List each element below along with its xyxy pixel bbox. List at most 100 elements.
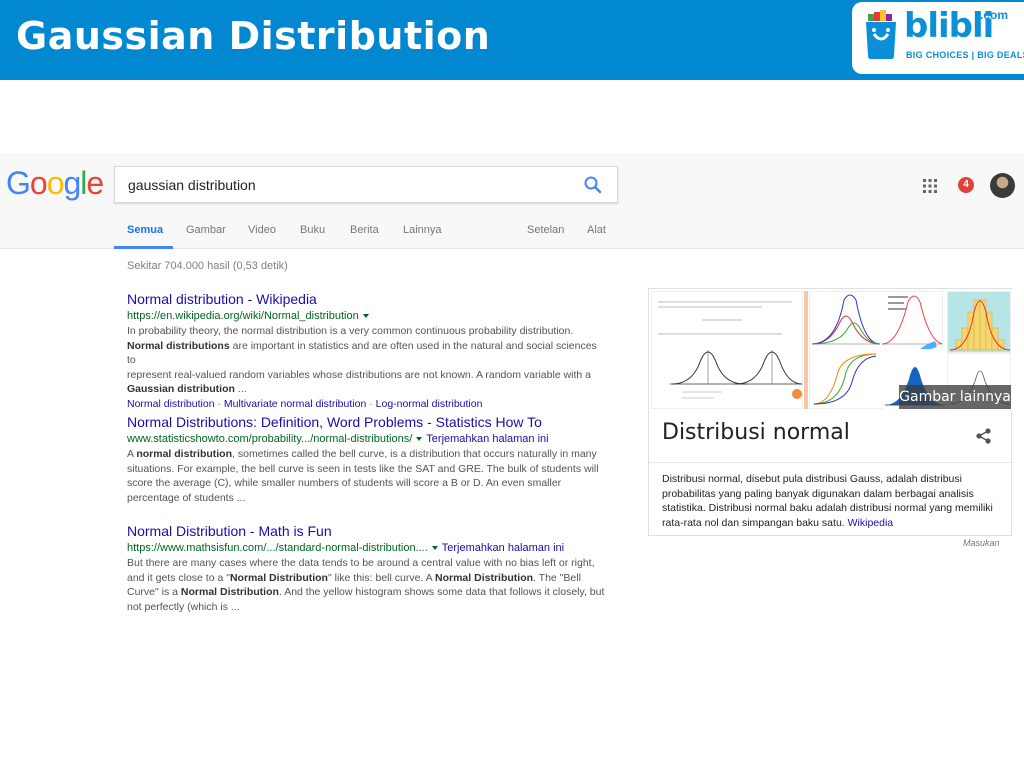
dropdown-arrow-icon[interactable] (416, 436, 423, 441)
result-stats: Sekitar 704.000 hasil (0,53 detik) (127, 260, 288, 272)
snippet-bold: Normal Distribution (435, 571, 534, 584)
google-logo[interactable]: Google (6, 165, 104, 202)
thumbnail-separator (804, 291, 808, 409)
thumbnail-image[interactable] (947, 291, 1011, 353)
brand-tagline: BIG CHOICES | BIG DEALS (906, 50, 1024, 60)
sitelink[interactable]: Log-normal distribution (376, 398, 483, 410)
avatar[interactable] (990, 173, 1015, 198)
bell-curve-document-image (658, 301, 802, 399)
snippet-text: . The "Bell (533, 571, 581, 584)
tab-all[interactable]: Semua (127, 224, 163, 236)
wikipedia-link[interactable]: Wikipedia (848, 517, 894, 529)
result-title-link[interactable]: Normal distribution - Wikipedia (127, 290, 607, 308)
snippet-line: not perfectly (which is ... (127, 600, 607, 615)
tab-video[interactable]: Video (248, 224, 276, 236)
google-search-page: Google gaussian distribution 4 Semua Gam… (0, 153, 1024, 768)
more-images-button[interactable]: Gambar lainnya (899, 385, 1011, 409)
google-top-bar: Google gaussian distribution 4 Semua Gam… (0, 153, 1024, 249)
result-snippet: A normal distribution, sometimes called … (127, 447, 607, 505)
tab-news[interactable]: Berita (350, 224, 379, 236)
snippet-text: Curve" is a (127, 586, 181, 598)
snippet-bold: Gaussian distribution (127, 383, 235, 395)
snippet-text: ... (234, 383, 247, 395)
brand-logo: blibli .com BIG CHOICES | BIG DEALS (852, 2, 1024, 74)
snippet-text: . And the yellow histogram shows some da… (278, 586, 605, 598)
snippet-line: But there are many cases where the data … (127, 556, 607, 571)
active-tab-indicator (114, 246, 173, 249)
result-url: https://en.wikipedia.org/wiki/Normal_dis… (127, 308, 607, 324)
feedback-link[interactable]: Masukan (963, 538, 1000, 548)
dropdown-arrow-icon[interactable] (431, 545, 438, 550)
snippet-text: and it gets close to a " (127, 571, 230, 584)
shopping-bag-icon (866, 10, 896, 59)
result-title-link[interactable]: Normal Distributions: Definition, Word P… (127, 413, 607, 431)
tab-settings[interactable]: Setelan (527, 224, 564, 236)
snippet-text: situations. For example, the bell curve … (127, 462, 599, 475)
notification-badge[interactable]: 4 (958, 177, 974, 193)
result-url: https://www.mathsisfun.com/.../standard-… (127, 540, 607, 556)
knowledge-panel-description: Distribusi normal, disebut pula distribu… (662, 472, 1002, 530)
translate-link[interactable]: Terjemahkan halaman ini (442, 542, 564, 554)
thumbnail-dot (792, 389, 802, 399)
result-url-text[interactable]: https://www.mathsisfun.com/.../standard-… (127, 542, 428, 554)
search-input[interactable]: gaussian distribution (114, 166, 618, 203)
search-icon[interactable] (583, 175, 603, 195)
snippet-line: percentage of students ... (127, 491, 607, 506)
histogram-bell-image (949, 299, 1010, 351)
tab-images[interactable]: Gambar (186, 224, 226, 236)
share-icon[interactable] (975, 427, 993, 445)
slide-header-banner: Gaussian Distribution blibli .com BIG CH… (0, 0, 1024, 80)
divider (649, 462, 1013, 463)
snippet-bold: Normal Distribution (180, 586, 279, 598)
logo-letter: o (46, 165, 65, 201)
snippet-text: " like this: bell curve. A (327, 571, 436, 584)
search-query[interactable]: gaussian distribution (128, 177, 256, 193)
snippet-line: A normal distribution, sometimes called … (127, 447, 607, 462)
dropdown-arrow-icon[interactable] (362, 313, 369, 318)
translate-link[interactable]: Terjemahkan halaman ini (426, 433, 548, 445)
logo-letter: o (29, 165, 48, 201)
snippet-text: But there are many cases where the data … (127, 557, 595, 569)
snippet-text: percentage of students ... (127, 491, 246, 504)
tab-tools[interactable]: Alat (587, 224, 606, 236)
snippet-bold: Normal Distribution (229, 571, 328, 584)
thumbnail-image[interactable] (651, 291, 803, 409)
result-url-text[interactable]: https://en.wikipedia.org/wiki/Normal_dis… (127, 310, 359, 322)
snippet-line: and it gets close to a "Normal Distribut… (127, 571, 607, 586)
search-result: Normal Distribution - Math is Fun https:… (127, 522, 607, 614)
result-snippet: In probability theory, the normal distri… (127, 324, 607, 397)
knowledge-panel-title: Distribusi normal (662, 420, 850, 445)
snippet-text: In probability theory, the normal distri… (127, 325, 574, 337)
snippet-text: score the average (C), while smaller num… (127, 477, 562, 489)
snippet-bold: normal distribution (136, 448, 233, 460)
knowledge-panel-image-strip: Gambar lainnya (649, 289, 1013, 411)
description-text: Distribusi normal, disebut pula distribu… (662, 473, 993, 529)
logo-letter: e (86, 165, 104, 201)
apps-grid-icon[interactable] (923, 179, 937, 193)
snippet-text: , sometimes called the bell curve, is a … (232, 448, 597, 460)
snippet-line: situations. For example, the bell curve … (127, 462, 607, 477)
tab-more[interactable]: Lainnya (403, 224, 442, 236)
snippet-line: Normal distributions are important in st… (127, 339, 607, 368)
search-result: Normal distribution - Wikipedia https://… (127, 290, 607, 412)
snippet-line: represent real-valued random variables w… (127, 368, 607, 383)
knowledge-panel: Gambar lainnya Distribusi normal Distrib… (648, 288, 1013, 536)
snippet-line: Gaussian distribution ... (127, 382, 607, 397)
sitelink[interactable]: Multivariate normal distribution (224, 398, 366, 410)
result-title-link[interactable]: Normal Distribution - Math is Fun (127, 522, 607, 540)
search-tabs: Semua Gambar Video Buku Berita Lainnya S… (0, 217, 1024, 249)
snippet-line: Curve" is a Normal Distribution. And the… (127, 585, 607, 600)
snippet-text: A (127, 448, 137, 460)
snippet-text: represent real-valued random variables w… (127, 368, 591, 381)
search-result: Normal Distributions: Definition, Word P… (127, 413, 607, 505)
snippet-line: In probability theory, the normal distri… (127, 324, 607, 339)
tab-books[interactable]: Buku (300, 224, 325, 236)
sitelink[interactable]: Normal distribution (127, 398, 215, 410)
result-url-text[interactable]: www.statisticshowto.com/probability.../n… (127, 433, 412, 445)
slide-title: Gaussian Distribution (16, 14, 491, 58)
snippet-line: score the average (C), while smaller num… (127, 476, 607, 491)
logo-letter: G (6, 165, 31, 201)
brand-tld: .com (980, 8, 1009, 22)
logo-letter: g (63, 165, 81, 201)
snippet-bold: Normal distributions (127, 339, 230, 352)
